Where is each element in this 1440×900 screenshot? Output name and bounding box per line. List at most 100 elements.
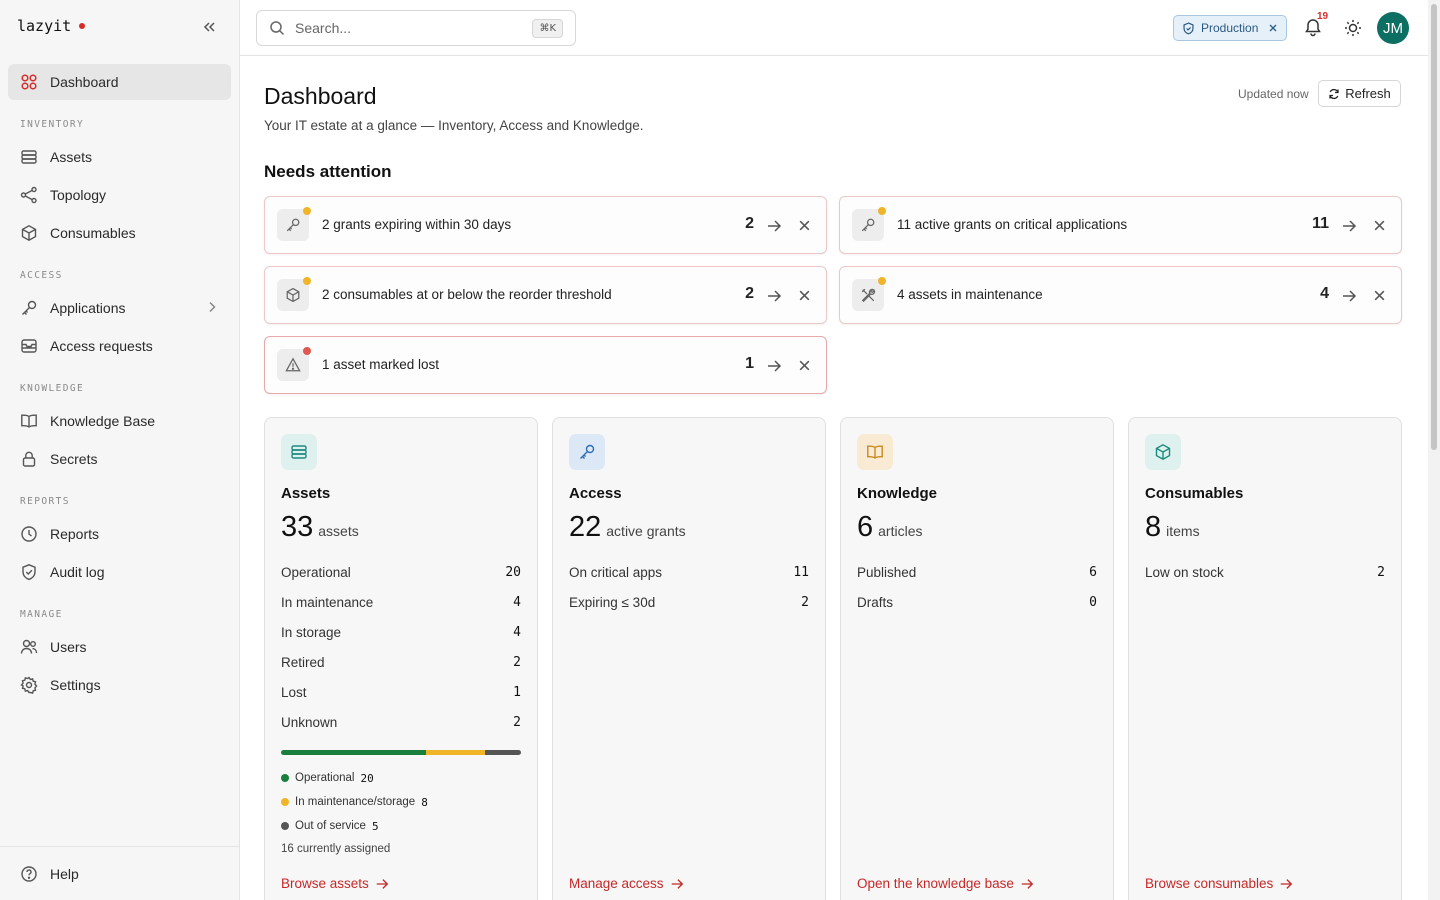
asset-status-legend: Operational 20 In maintenance/storage 8 Ou… [281,766,428,838]
sidebar-item-dashboard[interactable]: Dashboard [8,64,231,100]
avatar[interactable]: JM [1377,12,1409,44]
legend-dot [281,774,289,782]
manage-access-link[interactable]: Manage access [569,876,684,891]
close-icon[interactable] [1373,219,1386,232]
close-icon[interactable] [1373,289,1386,302]
card-title: Knowledge [857,485,938,502]
stat-value: 20 [505,565,521,580]
legend-item: Out of service 5 [281,814,428,838]
top-bar: Search... ⌘K Production 19 JM [240,0,1428,56]
stat-row: Operational 20 [281,565,521,595]
card-title: Access [569,485,622,502]
legend-value: 20 [360,771,374,785]
sidebar-item-audit-log[interactable]: Audit log [8,554,231,590]
stat-value: 4 [513,625,521,640]
alert-critical-grants[interactable]: 11 active grants on critical application… [839,196,1402,254]
alert-grants-expiring[interactable]: 2 grants expiring within 30 days 2 [264,196,827,254]
browse-assets-link[interactable]: Browse assets [281,876,389,891]
collapse-sidebar-icon[interactable] [200,18,218,36]
stat-row: Low on stock 2 [1145,565,1385,595]
sidebar-item-settings[interactable]: Settings [8,667,231,703]
legend-value: 8 [421,795,428,809]
card-rows: On critical apps 11 Expiring ≤ 30d 2 [569,565,809,625]
close-icon[interactable] [1268,23,1278,33]
arrow-right-icon[interactable] [1341,288,1357,304]
stat-value: 2 [513,655,521,670]
key-icon [569,434,605,470]
sidebar-item-label: Settings [50,677,101,693]
sidebar-item-label: Access requests [50,338,153,354]
open-knowledge-base-link[interactable]: Open the knowledge base [857,876,1034,891]
card-count: 8 [1145,511,1162,543]
sidebar-item-label: Dashboard [50,74,119,90]
stat-value: 0 [1089,595,1097,610]
search-placeholder: Search... [295,20,352,36]
sidebar-item-access-requests[interactable]: Access requests [8,328,231,364]
scrollbar-thumb[interactable] [1431,4,1437,450]
arrow-right-icon[interactable] [766,288,782,304]
legend-label: Operational [295,772,355,784]
card-total: 33 assets [281,511,359,544]
sidebar-item-label: Topology [50,187,107,203]
sidebar-item-assets[interactable]: Assets [8,139,231,175]
stat-label: Retired [281,655,325,670]
box-icon [1145,434,1181,470]
sidebar-item-topology[interactable]: Topology [8,177,231,213]
stat-value: 4 [513,595,521,610]
close-icon[interactable] [798,289,811,302]
arrow-right-icon[interactable] [1341,218,1357,234]
stat-value: 6 [1089,565,1097,580]
warning-dot [878,277,886,285]
sun-icon[interactable] [1343,18,1363,38]
card-title: Assets [281,485,331,502]
close-icon[interactable] [798,359,811,372]
sidebar-item-secrets[interactable]: Secrets [8,441,231,477]
page-subtitle: Your IT estate at a glance — Inventory, … [264,118,644,133]
environment-label: Production [1201,21,1259,35]
sidebar-item-reports[interactable]: Reports [8,516,231,552]
legend-item: In maintenance/storage 8 [281,790,428,814]
browse-consumables-link[interactable]: Browse consumables [1145,876,1293,891]
refresh-label: Refresh [1345,86,1391,101]
card-unit: active grants [606,523,686,539]
sidebar-item-help[interactable]: Help [0,846,239,900]
sidebar-item-label: Applications [50,300,126,316]
clock-icon [20,525,38,543]
notification-badge: 19 [1317,11,1329,22]
section-reports: REPORTS [20,496,70,507]
close-icon[interactable] [798,219,811,232]
shield-icon [1182,21,1195,35]
alert-count: 11 [1312,215,1329,232]
stat-row: Unknown 2 [281,715,521,745]
shield-check-icon [20,563,38,581]
search-input[interactable]: Search... ⌘K [256,10,576,46]
alert-text: 11 active grants on critical application… [897,217,1128,232]
attention-title: Needs attention [264,162,392,181]
sidebar-item-consumables[interactable]: Consumables [8,215,231,251]
alert-asset-lost[interactable]: 1 asset marked lost 1 [264,336,827,394]
card-assets: Assets 33 assets Operational 20 In mainte… [264,417,538,900]
alert-assets-maintenance[interactable]: 4 assets in maintenance 4 [839,266,1402,324]
section-knowledge: KNOWLEDGE [20,383,85,394]
brand-logo[interactable]: lazyit [17,17,86,35]
card-rows: Published 6 Drafts 0 [857,565,1097,625]
scrollbar[interactable] [1428,0,1440,900]
users-icon [20,638,38,656]
stat-value: 2 [801,595,809,610]
arrow-right-icon[interactable] [766,358,782,374]
refresh-button[interactable]: Refresh [1318,80,1401,107]
sidebar-item-applications[interactable]: Applications [8,290,231,326]
sidebar-item-users[interactable]: Users [8,629,231,665]
stat-row: On critical apps 11 [569,565,809,595]
card-unit: items [1166,523,1200,539]
sidebar-item-label: Users [50,639,87,655]
status-bar-segment [426,750,485,755]
card-count: 6 [857,511,874,543]
arrow-right-icon[interactable] [766,218,782,234]
card-access: Access 22 active grants On critical apps… [552,417,826,900]
section-inventory: INVENTORY [20,119,85,130]
environment-badge[interactable]: Production [1173,15,1288,41]
alert-consumables-low[interactable]: 2 consumables at or below the reorder th… [264,266,827,324]
status-bar-segment [484,750,521,755]
sidebar-item-knowledge-base[interactable]: Knowledge Base [8,403,231,439]
